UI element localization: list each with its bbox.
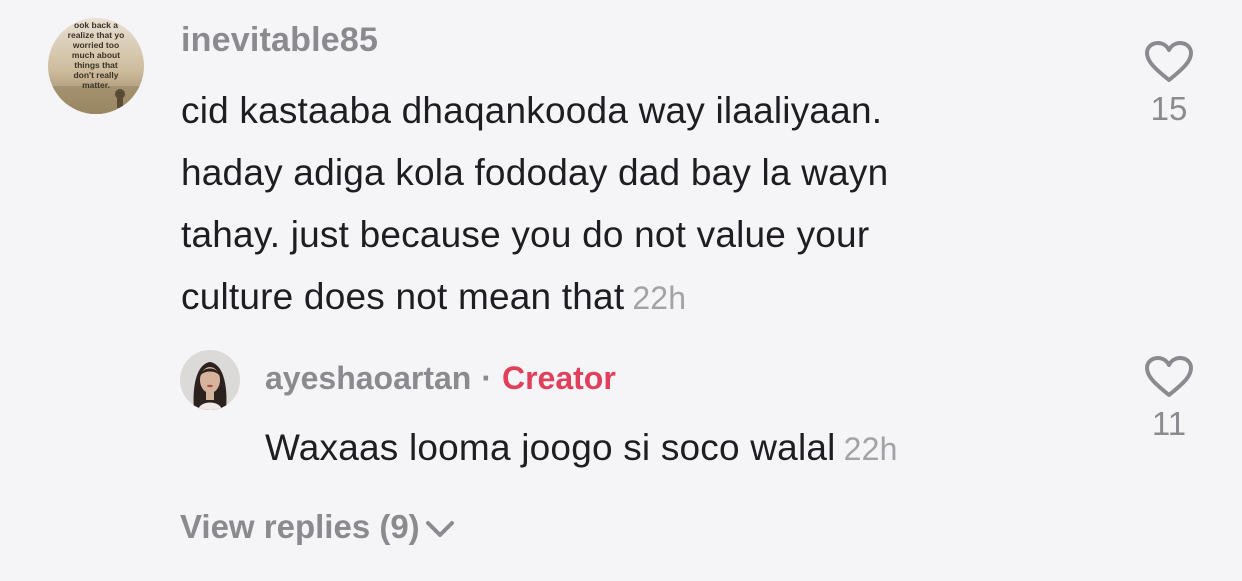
reply-username[interactable]: ayeshaoartan: [265, 360, 471, 396]
comment-like-button[interactable]: 15: [1139, 40, 1199, 128]
avatar-image: [180, 350, 240, 410]
avatar-image-text: realize that yo: [68, 30, 125, 40]
reply-like-button[interactable]: 11: [1139, 355, 1199, 443]
like-count: 15: [1150, 90, 1188, 127]
reply-timestamp: 22h: [843, 431, 898, 467]
chevron-down-icon: [425, 521, 454, 538]
view-replies-label: View replies (9): [180, 508, 420, 545]
comment-text-line: cid kastaaba dhaqankooda way ilaaliyaan.: [181, 90, 883, 131]
comment-timestamp: 22h: [632, 280, 687, 316]
reply-header: ayeshaoartan · Creator: [265, 360, 616, 397]
avatar-image-text: matter.: [82, 80, 110, 90]
comment-username[interactable]: inevitable85: [181, 21, 378, 60]
reply-avatar[interactable]: [180, 350, 240, 410]
reply-text: Waxaas looma joogo si soco walal 22h: [265, 417, 898, 480]
avatar-image: ook back arealize that yoworried toomuch…: [48, 18, 144, 114]
avatar-image-text: don't really: [73, 70, 118, 80]
avatar-image-text: ook back a: [74, 20, 118, 30]
avatar[interactable]: ook back a realize that yo worried too much…: [48, 18, 144, 114]
heart-outline-icon[interactable]: [1144, 355, 1194, 399]
comment-text-line: culture does not mean that 22h: [181, 266, 1081, 329]
reply-text-body: Waxaas looma joogo si soco walal: [265, 427, 836, 468]
comment-text-line: tahay. just because you do not value you…: [181, 214, 870, 255]
creator-badge: Creator: [501, 360, 616, 396]
comment-text-line: haday adiga kola fododay dad bay la wayn: [181, 152, 889, 193]
avatar-image-text: things that: [74, 60, 118, 70]
separator-dot: ·: [481, 360, 492, 396]
heart-outline-icon[interactable]: [1144, 40, 1194, 84]
avatar-image-text: much about: [72, 50, 120, 60]
comment-text: cid kastaaba dhaqankooda way ilaaliyaan.…: [181, 80, 1081, 329]
comment-thread: ook back a realize that yo worried too much…: [0, 0, 1242, 581]
like-count: 11: [1151, 405, 1187, 442]
comment-text-last: culture does not mean that: [181, 276, 625, 317]
view-replies-button[interactable]: View replies (9): [180, 508, 456, 546]
avatar-image-text: worried too: [72, 40, 119, 50]
